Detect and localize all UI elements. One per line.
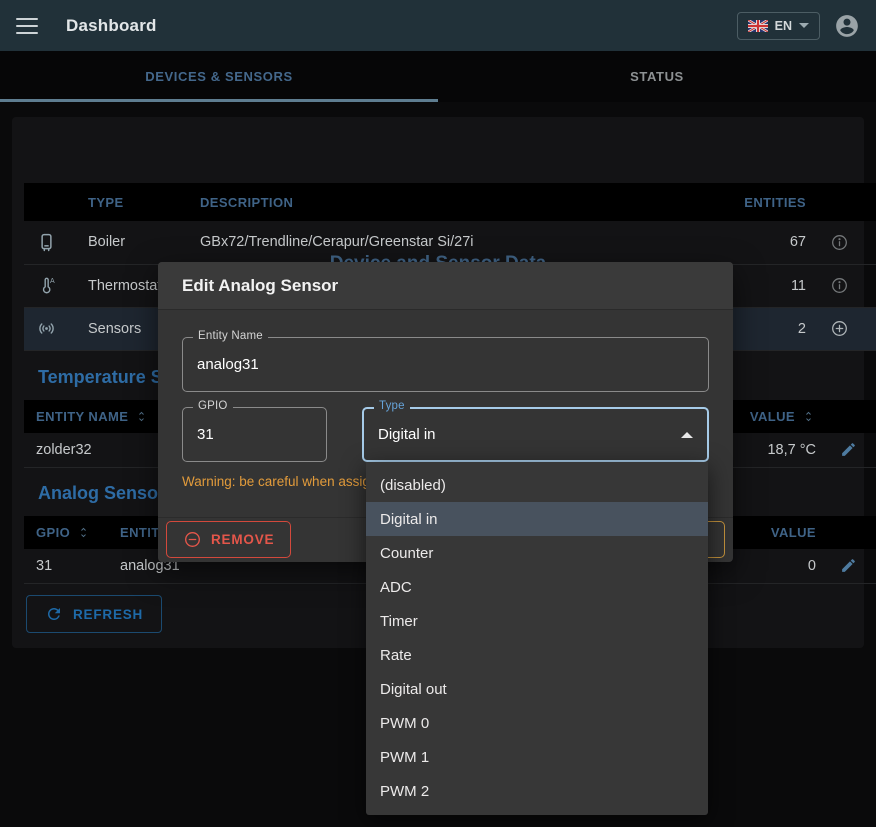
analog-sensors-heading: Analog Sensors (38, 483, 175, 504)
uk-flag-icon (748, 20, 768, 32)
remove-button[interactable]: REMOVE (166, 521, 291, 558)
type-option-disabled[interactable]: (disabled) (366, 468, 708, 502)
type-option-pwm1[interactable]: PWM 1 (366, 740, 708, 774)
col-header-description: DESCRIPTION (188, 183, 722, 221)
type-value: Digital in (378, 426, 436, 443)
add-circle-icon[interactable] (830, 319, 864, 338)
entity-name-label: Entity Name (193, 330, 268, 342)
info-icon[interactable] (830, 233, 864, 252)
type-option-digital-in[interactable]: Digital in (366, 502, 708, 536)
col-header-type: TYPE (76, 183, 188, 221)
type-option-digital-out[interactable]: Digital out (366, 672, 708, 706)
chevron-up-icon (681, 432, 693, 438)
table-row-boiler[interactable]: Boiler GBx72/Trendline/Cerapur/Greenstar… (24, 221, 876, 264)
chevron-down-icon (799, 23, 809, 28)
type-option-rate[interactable]: Rate (366, 638, 708, 672)
type-option-pwm2[interactable]: PWM 2 (366, 774, 708, 808)
account-icon[interactable] (834, 13, 860, 39)
entity-name-field[interactable]: Entity Name analog31 (182, 337, 709, 392)
refresh-label: REFRESH (73, 607, 143, 622)
remove-label: REMOVE (211, 532, 274, 547)
refresh-icon (45, 605, 63, 623)
sort-icon[interactable] (76, 525, 91, 540)
menu-icon[interactable] (16, 18, 38, 34)
col-header-gpio: GPIO (36, 525, 70, 540)
cell-entities: 67 (722, 221, 818, 264)
cell-description: GBx72/Trendline/Cerapur/Greenstar Si/27i (188, 221, 722, 264)
cell-entities: 11 (722, 264, 818, 307)
page-title: Dashboard (66, 16, 157, 36)
dialog-title: Edit Analog Sensor (182, 276, 338, 296)
gpio-label: GPIO (193, 400, 233, 412)
col-header-entity-name: ENTITY NAME (36, 409, 128, 424)
type-select[interactable]: Type Digital in (362, 407, 709, 462)
sensors-icon (36, 318, 64, 339)
thermostat-icon: A (36, 275, 64, 296)
language-selector[interactable]: EN (737, 12, 820, 40)
cell-gpio: 31 (24, 549, 108, 583)
tab-devices-sensors[interactable]: DEVICES & SENSORS (0, 51, 438, 102)
sort-icon[interactable] (801, 409, 816, 424)
col-header-value: VALUE (750, 409, 795, 424)
sort-icon[interactable] (134, 409, 149, 424)
refresh-button[interactable]: REFRESH (26, 595, 162, 633)
info-icon[interactable] (830, 276, 864, 295)
top-app-bar: Dashboard EN (0, 0, 876, 51)
cell-entities: 2 (722, 307, 818, 350)
gpio-warning-text: Warning: be careful when assig (182, 474, 370, 489)
language-label: EN (775, 19, 792, 33)
tab-bar: DEVICES & SENSORS STATUS (0, 51, 876, 102)
entity-name-value: analog31 (197, 356, 259, 373)
svg-text:A: A (50, 278, 55, 285)
type-option-adc[interactable]: ADC (366, 570, 708, 604)
tab-status[interactable]: STATUS (438, 51, 876, 102)
type-option-timer[interactable]: Timer (366, 604, 708, 638)
gpio-field[interactable]: GPIO 31 (182, 407, 327, 462)
cell-type: Boiler (76, 221, 188, 264)
active-tab-indicator (0, 99, 438, 102)
type-label: Type (374, 400, 410, 412)
dialog-header: Edit Analog Sensor (158, 262, 733, 310)
edit-pencil-icon[interactable] (840, 557, 864, 574)
remove-circle-icon (183, 530, 202, 549)
type-option-counter[interactable]: Counter (366, 536, 708, 570)
boiler-icon (36, 232, 64, 253)
col-header-entities: ENTITIES (722, 183, 818, 221)
type-dropdown-menu: (disabled) Digital in Counter ADC Timer … (366, 462, 708, 815)
type-option-pwm0[interactable]: PWM 0 (366, 706, 708, 740)
edit-pencil-icon[interactable] (840, 441, 864, 458)
gpio-value: 31 (197, 426, 214, 443)
